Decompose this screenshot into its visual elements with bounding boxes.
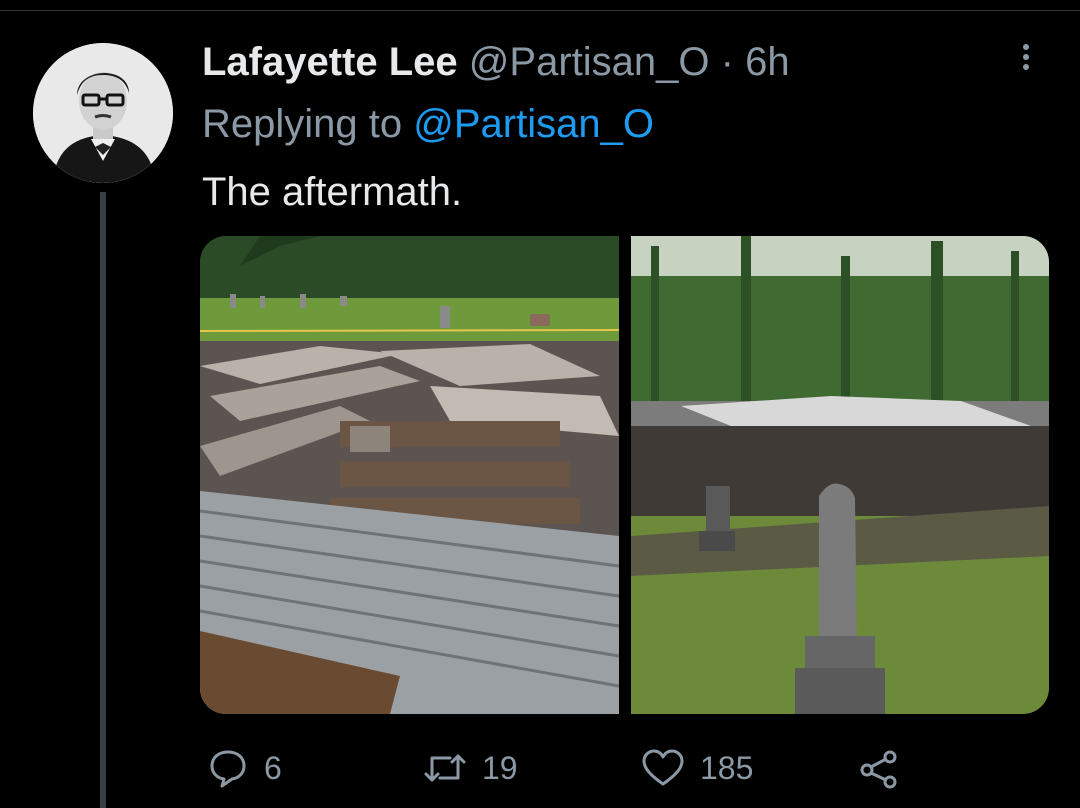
heart-icon [642,749,684,786]
display-name[interactable]: Lafayette Lee [202,40,458,84]
avatar[interactable] [33,43,173,183]
thread-line [100,192,106,808]
replying-to: Replying to @Partisan_O [202,100,654,148]
tweet-text: The aftermath. [202,170,463,214]
like-button[interactable]: 185 [640,740,753,796]
separator-dot: · [720,40,734,84]
replying-to-handle[interactable]: @Partisan_O [413,102,654,146]
more-options-icon[interactable] [1008,40,1044,80]
tweet-actions: 6 19 185 [200,740,960,796]
photo-burned-debris[interactable] [200,236,619,714]
retweet-count: 19 [482,749,518,786]
reply-count: 6 [264,749,282,786]
top-divider [0,10,1080,11]
share-button[interactable] [856,740,902,796]
tweet-header: Lafayette Lee @Partisan_O · 6h [202,38,790,86]
retweet-button[interactable]: 19 [422,740,518,796]
retweet-icon [424,754,466,782]
media-grid [200,236,1049,714]
share-icon [860,750,897,789]
reply-icon [210,750,246,788]
timestamp[interactable]: 6h [745,40,790,84]
reply-button[interactable]: 6 [206,740,282,796]
photo-cemetery[interactable] [631,236,1049,714]
user-handle[interactable]: @Partisan_O [469,40,710,84]
avatar-image [33,43,173,183]
replying-to-label: Replying to [202,102,403,146]
like-count: 185 [700,749,754,786]
